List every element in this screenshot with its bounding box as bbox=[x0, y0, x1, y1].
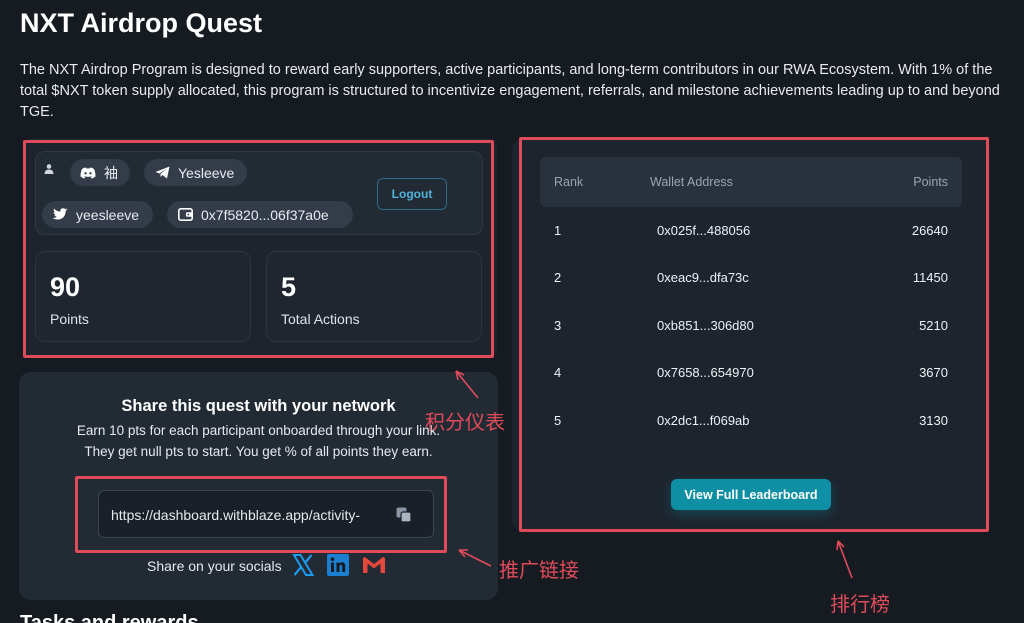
annotation-arrows bbox=[455, 370, 853, 579]
referral-link-annotation-label: 推广链接 bbox=[499, 560, 579, 582]
dashboard-annotation-label: 积分仪表 bbox=[425, 412, 505, 434]
leaderboard-annotation-label: 排行榜 bbox=[830, 594, 890, 616]
link-arrow bbox=[458, 549, 492, 567]
leaderboard-arrow bbox=[837, 540, 853, 579]
dashboard-arrow bbox=[455, 370, 479, 399]
